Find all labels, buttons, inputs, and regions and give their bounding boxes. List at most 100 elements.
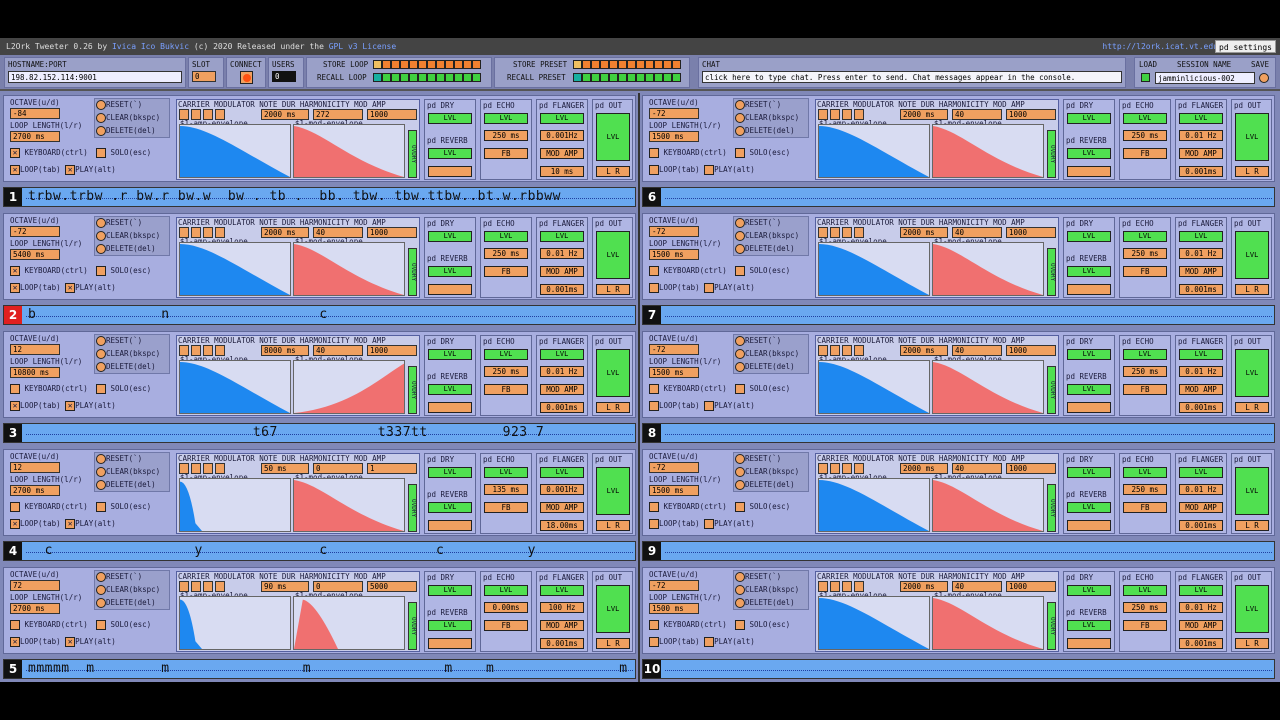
delete-button[interactable] — [735, 480, 745, 490]
slot-toggle[interactable] — [672, 60, 681, 69]
keyboard-checkbox[interactable] — [649, 384, 659, 394]
mod-amp-input[interactable]: 1000 — [367, 345, 417, 356]
slot-toggle[interactable] — [591, 60, 600, 69]
flanger-mod-amp[interactable]: MOD AMP — [540, 266, 584, 277]
slot-toggle[interactable] — [373, 60, 382, 69]
reverb-size[interactable] — [1067, 638, 1111, 649]
sequence-timeline[interactable]: 3 t67 t337tt 923 7 — [3, 423, 636, 443]
slot-toggle[interactable] — [627, 73, 636, 82]
loop-length-input[interactable]: 10800 ms — [10, 367, 60, 378]
flanger-rate-input[interactable]: 0.01 Hz — [1179, 366, 1223, 377]
flanger-mod-amp[interactable]: MOD AMP — [1179, 502, 1223, 513]
slot-toggle[interactable] — [454, 60, 463, 69]
solo-checkbox[interactable] — [96, 148, 106, 158]
reset-button[interactable] — [735, 572, 745, 582]
out-pan[interactable]: L R — [596, 638, 630, 649]
out-level[interactable]: LVL — [1235, 113, 1269, 161]
dry-level[interactable]: LVL — [1067, 113, 1111, 124]
reverb-level[interactable]: LVL — [1067, 266, 1111, 277]
slot-toggle[interactable] — [391, 73, 400, 82]
octave-input[interactable]: -72 — [649, 108, 699, 119]
slot-toggle[interactable] — [636, 73, 645, 82]
play-checkbox[interactable] — [704, 637, 715, 647]
play-checkbox[interactable] — [704, 165, 715, 175]
sequence-timeline[interactable]: 5 mmmmm m m m m m m — [3, 659, 636, 679]
out-pan[interactable]: L R — [596, 284, 630, 295]
delete-button[interactable] — [96, 244, 106, 254]
loop-checkbox[interactable] — [10, 283, 20, 293]
sequence-timeline[interactable]: 9 — [642, 541, 1275, 561]
slot-toggle[interactable] — [609, 73, 618, 82]
mod-amp-input[interactable]: 1000 — [1006, 109, 1056, 120]
out-level[interactable]: LVL — [596, 231, 630, 279]
flanger-level[interactable]: LVL — [1179, 585, 1223, 596]
solo-checkbox[interactable] — [735, 620, 745, 630]
store-preset-slots[interactable] — [573, 60, 681, 69]
echo-time-input[interactable]: 250 ms — [484, 248, 528, 259]
echo-feedback[interactable]: FB — [484, 384, 528, 395]
loop-checkbox[interactable] — [649, 519, 659, 529]
octave-input[interactable]: -72 — [649, 344, 699, 355]
amp-envelope-editor[interactable] — [179, 242, 291, 296]
loop-checkbox[interactable] — [649, 165, 659, 175]
sequence-timeline[interactable]: 2 b n c — [3, 305, 636, 325]
echo-time-input[interactable]: 0.00ms — [484, 602, 528, 613]
reset-button[interactable] — [735, 100, 745, 110]
slot-toggle[interactable] — [582, 60, 591, 69]
out-level[interactable]: LVL — [596, 585, 630, 633]
slot-toggle[interactable] — [636, 60, 645, 69]
reverb-level[interactable]: LVL — [428, 148, 472, 159]
amp-envelope-editor[interactable] — [179, 478, 291, 532]
flanger-rate-input[interactable]: 0.01 Hz — [1179, 484, 1223, 495]
echo-time-input[interactable]: 250 ms — [1123, 248, 1167, 259]
mod-envelope-editor[interactable] — [932, 242, 1044, 296]
slot-toggle[interactable] — [436, 73, 445, 82]
play-checkbox[interactable] — [65, 165, 76, 175]
flanger-delay-input[interactable]: 0.001ms — [1179, 520, 1223, 531]
flanger-mod-amp[interactable]: MOD AMP — [1179, 148, 1223, 159]
reverb-level[interactable]: LVL — [1067, 502, 1111, 513]
echo-time-input[interactable]: 135 ms — [484, 484, 528, 495]
slot-toggle[interactable] — [573, 60, 582, 69]
echo-time-input[interactable]: 250 ms — [1123, 130, 1167, 141]
mod-amp-input[interactable]: 1000 — [1006, 581, 1056, 592]
echo-level[interactable]: LVL — [1123, 467, 1167, 478]
out-level[interactable]: LVL — [596, 349, 630, 397]
loop-checkbox[interactable] — [10, 401, 20, 411]
delete-button[interactable] — [96, 598, 106, 608]
reset-button[interactable] — [96, 336, 106, 346]
echo-time-input[interactable]: 250 ms — [1123, 602, 1167, 613]
hostname-input[interactable]: 198.82.152.114:9001 — [8, 71, 182, 83]
flanger-mod-amp[interactable]: MOD AMP — [540, 502, 584, 513]
slot-toggle[interactable] — [463, 60, 472, 69]
flanger-rate-input[interactable]: 0.01 Hz — [1179, 130, 1223, 141]
solo-checkbox[interactable] — [96, 502, 106, 512]
amp-envelope-editor[interactable] — [818, 124, 930, 178]
echo-level[interactable]: LVL — [484, 231, 528, 242]
clear-button[interactable] — [735, 585, 745, 595]
echo-feedback[interactable]: FB — [484, 502, 528, 513]
dry-level[interactable]: LVL — [1067, 467, 1111, 478]
flanger-level[interactable]: LVL — [540, 231, 584, 242]
store-loop-slots[interactable] — [373, 60, 481, 69]
loop-length-input[interactable]: 1500 ms — [649, 249, 699, 260]
slot-toggle[interactable] — [600, 60, 609, 69]
sequence-timeline[interactable]: 10 — [642, 659, 1275, 679]
clear-button[interactable] — [735, 467, 745, 477]
slot-toggle[interactable] — [418, 73, 427, 82]
flanger-rate-input[interactable]: 0.01 Hz — [540, 248, 584, 259]
slot-toggle[interactable] — [436, 60, 445, 69]
clear-button[interactable] — [96, 467, 106, 477]
flanger-level[interactable]: LVL — [540, 467, 584, 478]
loop-length-input[interactable]: 1500 ms — [649, 603, 699, 614]
loop-checkbox[interactable] — [649, 401, 659, 411]
loop-checkbox[interactable] — [649, 637, 659, 647]
slot-toggle[interactable] — [600, 73, 609, 82]
author-link[interactable]: Ivica Ico Bukvic — [112, 42, 189, 51]
clear-button[interactable] — [735, 231, 745, 241]
loop-checkbox[interactable] — [10, 637, 20, 647]
pd-settings-button[interactable]: pd settings — [1215, 40, 1276, 53]
mod-envelope-editor[interactable] — [293, 242, 405, 296]
slot-toggle[interactable] — [391, 60, 400, 69]
loop-checkbox[interactable] — [649, 283, 659, 293]
